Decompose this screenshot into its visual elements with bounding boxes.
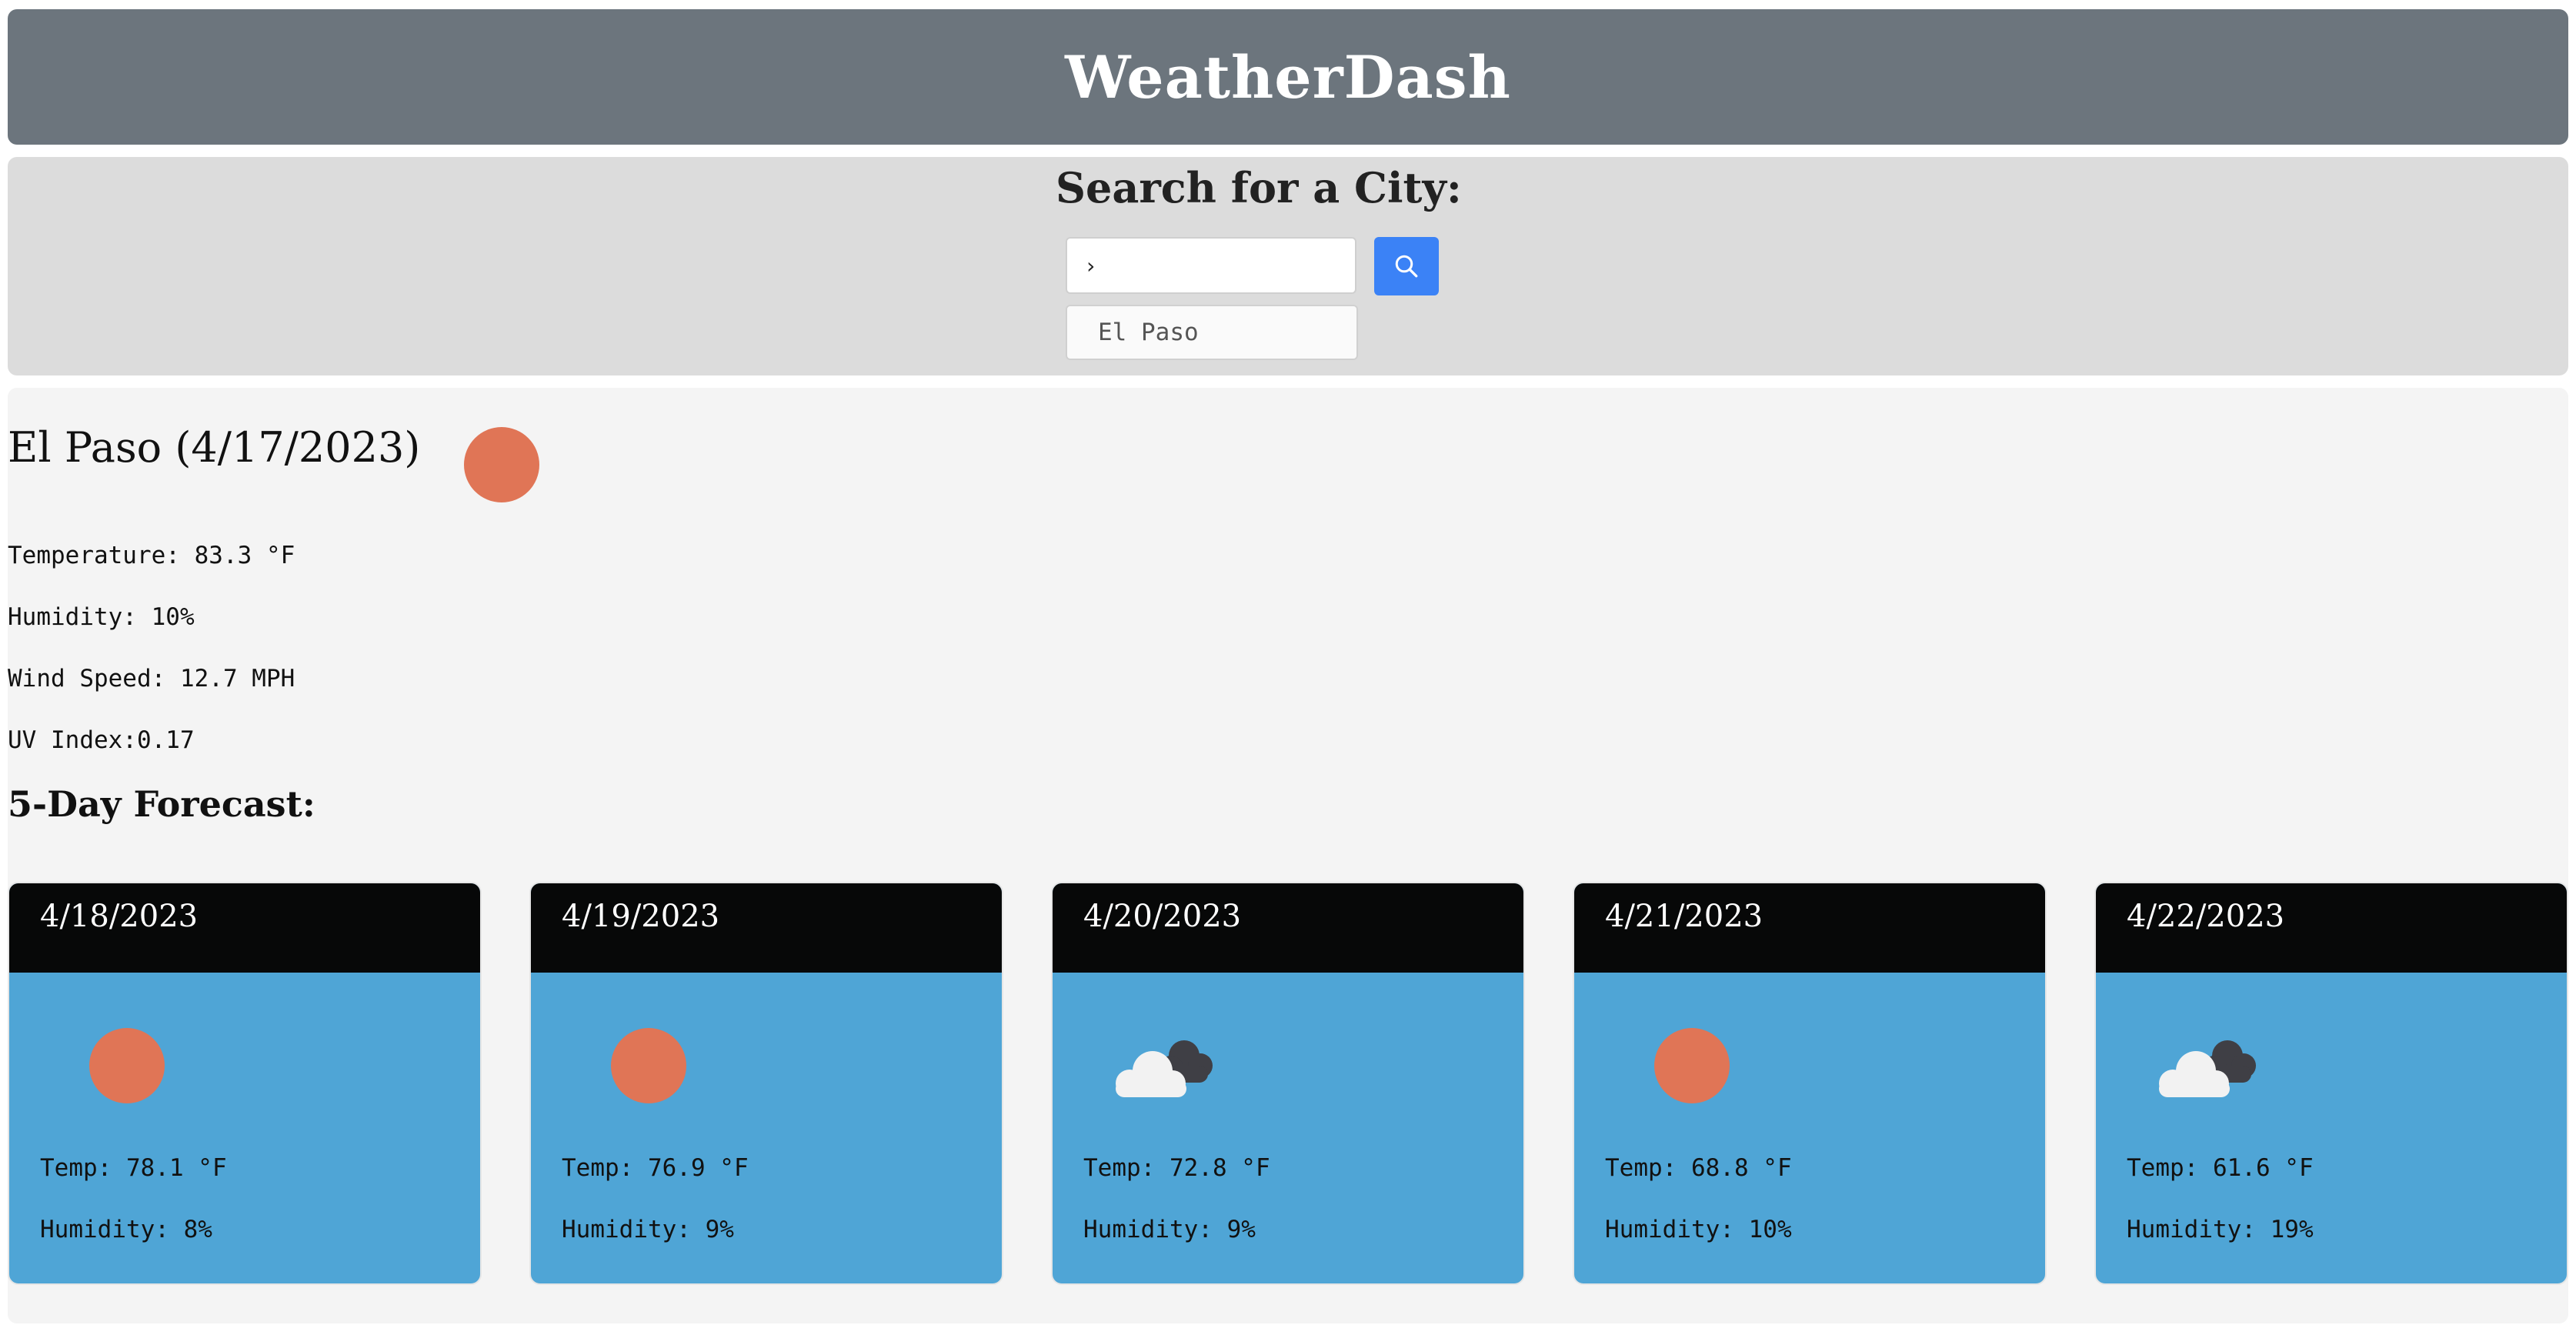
forecast-temp: Temp: 76.9 °F xyxy=(562,1154,749,1182)
current-city-heading: El Paso (4/17/2023) xyxy=(8,423,421,472)
forecast-date: 4/18/2023 xyxy=(9,883,480,973)
forecast-card: 4/19/2023 Temp: 76.9 °F Humidity: 9% xyxy=(529,882,1003,1285)
current-uv-index: UV Index:0.17 xyxy=(8,726,195,754)
cloud-icon xyxy=(1116,1040,1213,1097)
forecast-humidity: Humidity: 10% xyxy=(1605,1216,1792,1243)
forecast-humidity: Humidity: 9% xyxy=(562,1216,734,1243)
search-button[interactable] xyxy=(1374,237,1439,295)
search-title: Search for a City: xyxy=(1056,163,1462,212)
cloud-icon xyxy=(2159,1040,2256,1097)
forecast-date: 4/21/2023 xyxy=(1574,883,2045,973)
forecast-card: 4/20/2023 Temp: 72.8 °F Humidity: 9% xyxy=(1051,882,1525,1285)
forecast-date: 4/20/2023 xyxy=(1053,883,1523,973)
app-title: WeatherDash xyxy=(1065,42,1511,112)
forecast-temp: Temp: 61.6 °F xyxy=(2127,1154,2314,1182)
forecast-temp: Temp: 78.1 °F xyxy=(40,1154,227,1182)
city-search-input[interactable] xyxy=(1066,237,1356,294)
forecast-date: 4/22/2023 xyxy=(2096,883,2567,973)
forecast-card: 4/18/2023 Temp: 78.1 °F Humidity: 8% xyxy=(8,882,482,1285)
current-wind-speed: Wind Speed: 12.7 MPH xyxy=(8,665,295,693)
app-header: WeatherDash xyxy=(8,9,2568,145)
current-temperature: Temperature: 83.3 °F xyxy=(8,542,295,569)
forecast-card: 4/22/2023 Temp: 61.6 °F Humidity: 19% xyxy=(2094,882,2568,1285)
forecast-humidity: Humidity: 9% xyxy=(1083,1216,1256,1243)
current-humidity: Humidity: 10% xyxy=(8,603,195,631)
forecast-temp: Temp: 68.8 °F xyxy=(1605,1154,1792,1182)
forecast-heading: 5-Day Forecast: xyxy=(8,783,315,825)
sun-icon xyxy=(464,427,539,502)
forecast-humidity: Humidity: 19% xyxy=(2127,1216,2314,1243)
sun-icon xyxy=(89,1028,165,1103)
forecast-humidity: Humidity: 8% xyxy=(40,1216,212,1243)
sun-icon xyxy=(611,1028,686,1103)
forecast-date: 4/19/2023 xyxy=(531,883,1002,973)
forecast-temp: Temp: 72.8 °F xyxy=(1083,1154,1270,1182)
sun-icon xyxy=(1654,1028,1730,1103)
history-city-button[interactable]: El Paso xyxy=(1066,305,1358,360)
search-icon xyxy=(1395,255,1418,278)
forecast-card: 4/21/2023 Temp: 68.8 °F Humidity: 10% xyxy=(1573,882,2047,1285)
